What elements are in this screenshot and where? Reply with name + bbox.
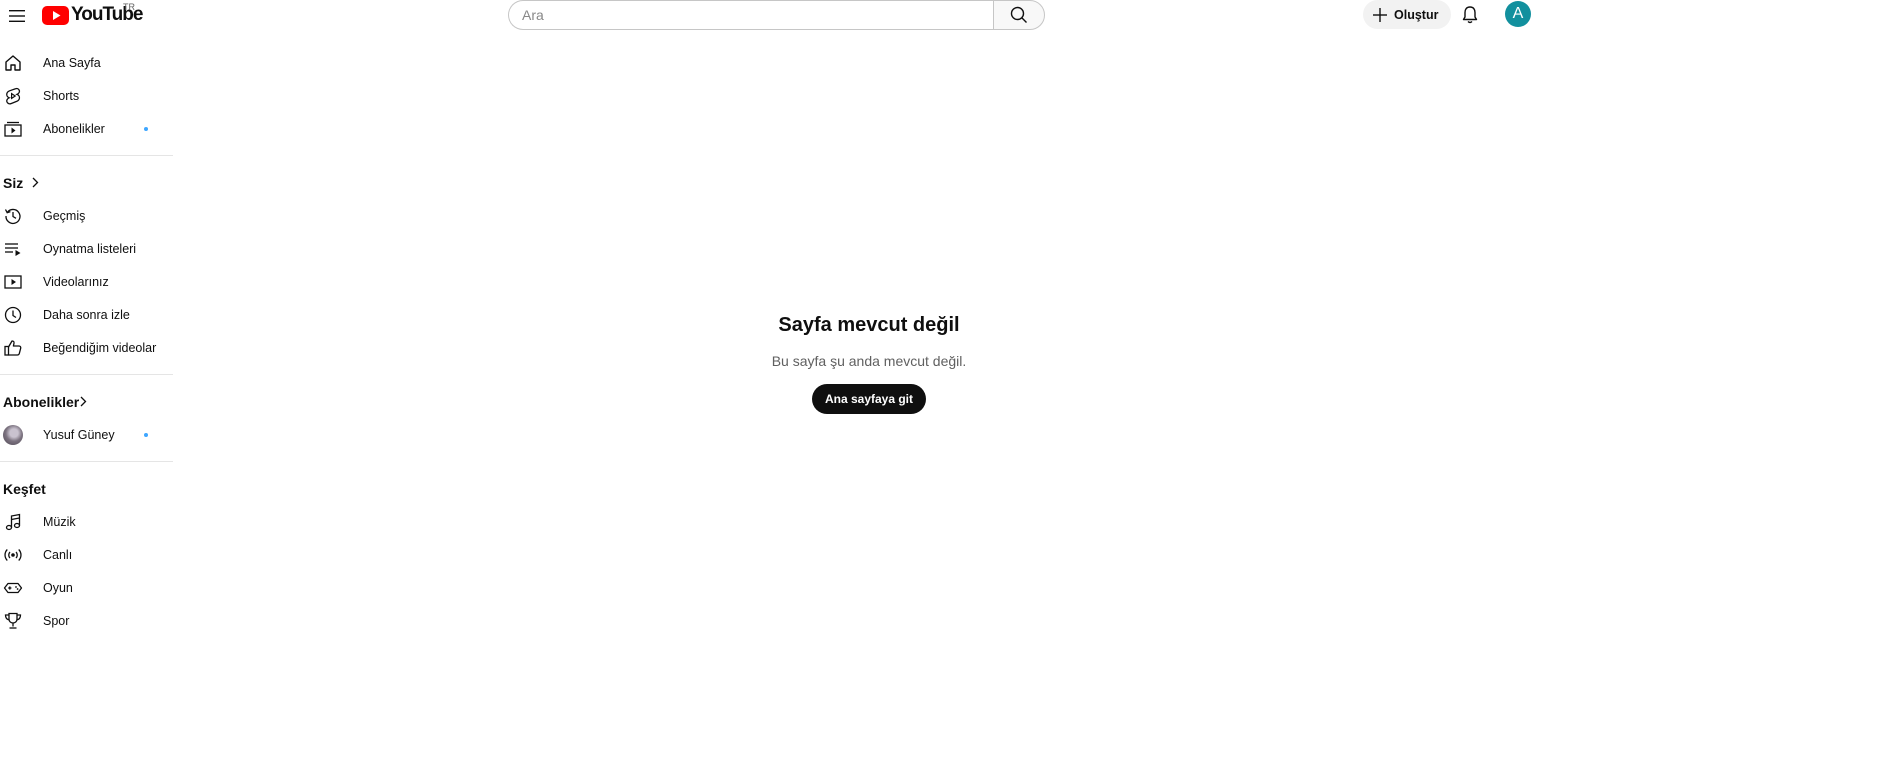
sidebar-item-subscriptions[interactable]: Abonelikler: [0, 112, 173, 145]
sidebar-divider: [0, 461, 173, 462]
sidebar-item-music[interactable]: Müzik: [0, 505, 173, 538]
sidebar-item-gaming[interactable]: Oyun: [0, 571, 173, 604]
channel-name: Yusuf Güney: [43, 427, 115, 442]
you-section-header[interactable]: Siz: [0, 166, 173, 199]
create-button[interactable]: Oluştur: [1363, 0, 1452, 29]
sidebar-divider: [0, 374, 173, 375]
search-input[interactable]: [508, 0, 994, 30]
go-home-button[interactable]: Ana sayfaya git: [811, 384, 927, 414]
subscriptions-icon: [3, 119, 23, 139]
error-message: Bu sayfa şu anda mevcut değil.: [771, 353, 967, 369]
sidebar-channel-item[interactable]: Yusuf Güney: [0, 418, 173, 451]
search-icon: [1010, 6, 1028, 23]
sidebar-item-playlists[interactable]: Oynatma listeleri: [0, 232, 173, 265]
search-button[interactable]: [993, 0, 1045, 30]
plus-icon: [1373, 7, 1387, 22]
sidebar-item-home[interactable]: Ana Sayfa: [0, 46, 173, 79]
notifications-button[interactable]: [1458, 3, 1482, 27]
new-content-dot: [144, 127, 148, 131]
sidebar-item-label: Geçmiş: [43, 208, 86, 223]
sidebar-divider: [0, 155, 173, 156]
sidebar-item-history[interactable]: Geçmiş: [0, 199, 173, 232]
you-section-title: Siz: [3, 174, 24, 191]
sidebar-item-label: Spor: [43, 613, 70, 628]
sidebar-item-label: Shorts: [43, 88, 80, 103]
sidebar: Ana Sayfa Shorts Abonelikler Siz Geçmiş …: [0, 46, 173, 637]
error-title: Sayfa mevcut değil: [778, 314, 960, 336]
home-button-container: Ana sayfaya git: [0, 384, 1738, 414]
sidebar-item-your-videos[interactable]: Videolarınız: [0, 265, 173, 298]
explore-section-title: Keşfet: [3, 480, 46, 497]
sidebar-item-label: Abonelikler: [43, 121, 105, 136]
sidebar-item-label: Müzik: [43, 514, 76, 529]
gaming-icon: [3, 578, 23, 598]
create-button-label: Oluştur: [1394, 7, 1439, 22]
music-icon: [3, 512, 23, 532]
sidebar-item-label: Canlı: [43, 547, 73, 562]
explore-section-header: Keşfet: [0, 472, 173, 505]
chevron-right-icon: [32, 177, 39, 188]
hamburger-menu-icon: [9, 10, 25, 22]
your-videos-icon: [3, 272, 23, 292]
bell-icon: [1462, 6, 1478, 24]
trophy-icon: [3, 611, 23, 631]
channel-avatar: [3, 425, 23, 445]
sidebar-item-sports[interactable]: Spor: [0, 604, 173, 637]
country-code: TR: [123, 2, 135, 12]
sidebar-item-label: Ana Sayfa: [43, 55, 101, 70]
playlists-icon: [3, 239, 23, 259]
live-icon: [3, 545, 23, 565]
youtube-play-logo-icon: [42, 5, 69, 25]
sidebar-item-label: Videolarınız: [43, 274, 109, 289]
sidebar-item-label: Oynatma listeleri: [43, 241, 137, 256]
guide-menu-button[interactable]: [4, 3, 30, 29]
sidebar-item-live[interactable]: Canlı: [0, 538, 173, 571]
sidebar-item-label: Oyun: [43, 580, 73, 595]
history-icon: [3, 206, 23, 226]
sidebar-item-shorts[interactable]: Shorts: [0, 79, 173, 112]
shorts-icon: [3, 86, 23, 106]
account-avatar[interactable]: A: [1505, 1, 1531, 27]
search-box: [508, 0, 1045, 30]
new-content-dot: [144, 433, 148, 437]
masthead: YouTube TR Oluştur A: [0, 0, 1899, 32]
home-icon: [3, 53, 23, 73]
